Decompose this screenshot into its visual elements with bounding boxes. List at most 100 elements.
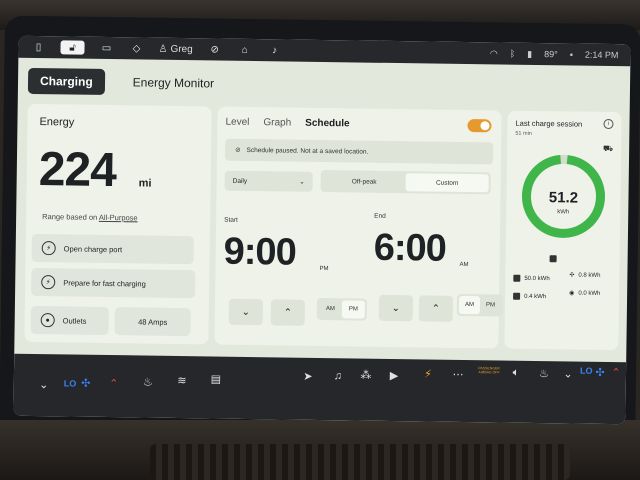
user-profile[interactable]: ♙ Greg [158,43,192,54]
range-unit: mi [138,177,152,190]
person-icon: ♙ [158,43,168,55]
right-fan-icon[interactable]: ✣ [592,364,608,380]
more-icon[interactable]: ⋯ [450,366,466,382]
schedule-notice: ⊘ Schedule paused. Not at a saved locati… [224,138,494,165]
battery-icon [549,255,557,263]
rate-off-peak[interactable]: Off-peak [323,172,406,191]
start-am-option[interactable]: AM [319,300,342,318]
seat-heat-right-icon[interactable]: ♨ [536,365,552,381]
unlock-icon[interactable]: 🔓︎ [60,40,85,55]
left-fan-level[interactable]: LO [64,378,77,388]
tab-schedule[interactable]: Schedule [305,118,350,130]
chevron-down-icon[interactable]: ⌄ [560,365,576,381]
schedule-tabs: Level Graph Schedule [225,117,349,130]
defrost-rear-icon[interactable]: ▤ [208,370,224,386]
temperature-readout: 89° [544,49,558,60]
tab-level[interactable]: Level [225,117,249,128]
frequency-value: Daily [232,177,248,185]
session-energy-unit: kWh [557,209,570,216]
fast-charging-button[interactable]: ⚡ Prepare for fast charging [31,267,196,299]
clock-readout: 2:14 PM [584,49,619,61]
garage-icon[interactable]: ⌂ [237,43,253,57]
end-label: End [374,212,386,220]
end-pm-option[interactable]: PM [480,296,501,314]
open-charge-port-label: Open charge port [63,243,123,254]
schedule-toggle[interactable] [467,119,492,133]
fast-charging-label: Prepare for fast charging [63,277,146,289]
end-am-option[interactable]: AM [458,295,481,315]
vehicle-fan-icon: ⛟ [603,143,614,154]
air-vent [150,444,570,480]
stat-drive: 0.4 kWh [513,292,547,300]
start-label: Start [224,216,238,224]
left-fan-icon[interactable]: ✣ [78,375,94,391]
stat-other: ◉ 0.0 kWh [569,289,600,296]
rate-custom[interactable]: Custom [405,173,489,193]
session-energy-value: 51.2 [548,189,579,207]
frequency-dropdown[interactable]: Daily ⌄ [224,170,313,192]
location-off-icon: ⊘ [235,146,241,154]
camera-icon[interactable]: ▶ [386,367,402,383]
chevron-down-icon: ⌄ [391,302,401,314]
bell-icon[interactable]: ♪ [267,43,283,57]
chevron-down-icon: ⌄ [299,178,305,186]
defrost-front-icon[interactable]: ≋ [174,372,190,388]
stat-drive-value: 0.4 kWh [524,293,547,300]
stat-grid-value: 50.0 kWh [524,275,550,282]
info-icon[interactable]: i [603,118,614,130]
start-ampm-toggle: AM PM [316,297,368,321]
range-value: 224 [38,143,117,198]
start-suffix: PM [319,265,329,273]
connectivity-icon: ▪ [569,49,574,60]
session-title: Last charge session [515,118,583,129]
tab-energy-monitor[interactable]: Energy Monitor [121,69,227,96]
chevron-up-icon: ⌃ [431,303,441,315]
charging-icon[interactable]: ⚡ [420,365,436,381]
car-small-icon [513,292,521,300]
chevron-up-icon[interactable]: ⌃ [106,375,122,391]
main-tabs: Charging Energy Monitor [27,67,227,97]
plug-icon [513,274,521,282]
volume-icon[interactable]: 🔈︎ [508,365,524,381]
bottom-bar: ⌄ LO ✣ ⌃ ♨ ≋ ▤ ➤ ♫ ⁂ ▶ ⚡ ⋯ PASSENGER AIR… [13,353,627,425]
music-icon[interactable]: ♫ [330,368,346,384]
camera-off-icon[interactable]: ⊘ [207,42,223,56]
tab-charging[interactable]: Charging [27,67,105,95]
stat-grid: 50.0 kWh [513,274,550,283]
stat-other-value: 0.0 kWh [578,290,601,297]
start-decrement-button[interactable]: ⌄ [228,298,264,326]
energy-title: Energy [39,116,75,129]
outlet-icon: ● [40,313,55,328]
bluetooth-icon: ᛒ [509,48,516,59]
phone-key-icon[interactable]: ▯ [30,40,46,54]
start-increment-button[interactable]: ⌃ [270,299,306,326]
session-duration: 51 min [515,130,532,137]
chevron-down-icon[interactable]: ⌄ [36,376,52,392]
tab-graph[interactable]: Graph [263,117,291,128]
end-increment-button[interactable]: ⌃ [418,295,454,322]
chevron-up-icon: ⌃ [283,306,293,319]
signal-icon: ▮ [527,48,533,59]
open-charge-port-button[interactable]: ⚡ Open charge port [31,233,194,265]
right-fan-level[interactable]: LO [580,366,593,376]
rate-selector: Off-peak Custom [320,169,491,195]
navigation-arrow-icon[interactable]: ➤ [300,368,316,384]
amps-button[interactable]: 48 Amps [114,307,191,337]
schedule-notice-text: Schedule paused. Not at a saved location… [246,146,369,156]
navigation-icon[interactable]: ◇ [128,41,144,55]
seat-heat-icon[interactable]: ♨ [140,373,156,389]
target-icon: ◉ [569,290,575,297]
end-decrement-button[interactable]: ⌄ [378,294,414,322]
schedule-panel: Level Graph Schedule ⊘ Schedule paused. … [214,106,504,349]
chevron-up-icon[interactable]: ⌃ [608,364,624,380]
apps-icon[interactable]: ⁂ [358,367,374,383]
range-basis-link[interactable]: All-Purpose [99,213,138,223]
fan-icon: ✣ [569,272,575,279]
passenger-airbag-indicator: PASSENGER AIRBAG OFF [478,366,500,375]
stat-climate: ✣ 0.8 kWh [569,271,600,278]
wifi-icon: ◠ [489,47,498,58]
end-time: 6:00 [373,226,447,270]
car-icon[interactable]: ▭ [98,41,114,55]
outlets-button[interactable]: ● Outlets [30,305,109,336]
start-pm-option[interactable]: PM [341,300,366,319]
